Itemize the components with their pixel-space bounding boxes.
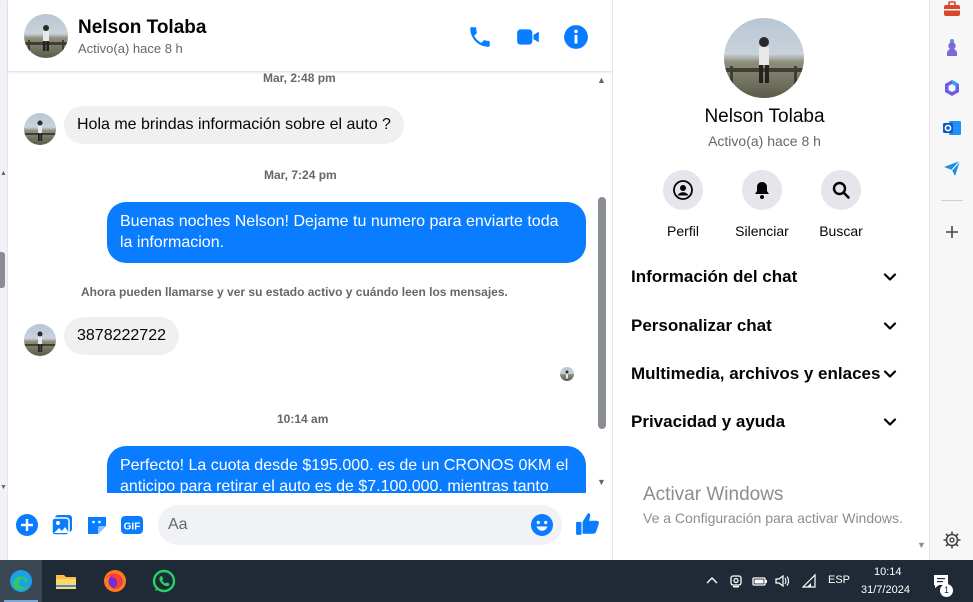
chat-scrollbar[interactable]: ▲ ▼ <box>596 73 612 493</box>
chevron-down-icon <box>882 318 898 334</box>
section-privacy-help[interactable]: Privacidad y ayuda <box>613 404 916 440</box>
clock-date[interactable]: 31/7/2024 <box>861 584 910 596</box>
section-title: Privacidad y ayuda <box>631 412 786 431</box>
windows-taskbar: ESP 10:14 31/7/2024 1 <box>0 560 973 602</box>
section-chat-info[interactable]: Información del chat <box>613 259 916 295</box>
like-icon[interactable] <box>575 511 601 537</box>
send-icon[interactable] <box>942 158 962 178</box>
edge-icon[interactable] <box>0 560 42 602</box>
browser-sidebar <box>929 0 973 560</box>
timestamp: Mar, 7:24 pm <box>264 168 337 182</box>
chevron-down-icon <box>882 366 898 382</box>
contact-name[interactable]: Nelson Tolaba <box>78 17 206 39</box>
copilot-icon[interactable] <box>942 78 962 98</box>
profile-label: Perfil <box>667 223 699 239</box>
firefox-icon[interactable] <box>94 560 136 602</box>
chevron-down-icon <box>882 414 898 430</box>
notification-count-badge: 1 <box>940 584 953 597</box>
left-scroll-marker[interactable] <box>0 252 5 288</box>
panel-contact-avatar[interactable] <box>724 18 804 98</box>
profile-button[interactable]: Perfil <box>643 170 723 239</box>
battery-icon[interactable] <box>752 573 768 589</box>
panel-scrollbar[interactable]: ▼ <box>913 0 929 560</box>
search-label: Buscar <box>819 223 863 239</box>
watermark-subtitle: Ve a Configuración para activar Windows. <box>643 510 903 526</box>
outgoing-message[interactable]: Perfecto! La cuota desde $195.000. es de… <box>107 446 586 493</box>
contact-avatar[interactable] <box>24 14 68 58</box>
scroll-up-icon[interactable]: ▲ <box>597 75 606 85</box>
language-indicator[interactable]: ESP <box>828 574 850 586</box>
message-composer: GIF <box>8 493 612 560</box>
incoming-message[interactable]: 3878222722 <box>64 317 179 355</box>
scroll-down-icon[interactable]: ▼ <box>597 477 606 487</box>
watermark-title: Activar Windows <box>643 484 784 505</box>
settings-gear-icon[interactable] <box>942 530 962 550</box>
message-input[interactable] <box>168 513 518 537</box>
camera-icon[interactable] <box>728 573 744 589</box>
sidebar-divider <box>941 200 963 201</box>
outgoing-message[interactable]: Buenas noches Nelson! Dejame tu numero p… <box>107 202 586 263</box>
seen-indicator-avatar <box>560 367 574 381</box>
timestamp: Mar, 2:48 pm <box>263 73 336 85</box>
volume-icon[interactable] <box>774 573 790 589</box>
message-list[interactable]: Mar, 2:48 pm Hola me brindas información… <box>8 73 612 493</box>
wifi-icon[interactable] <box>801 573 817 589</box>
games-icon[interactable] <box>942 38 962 58</box>
section-title: Personalizar chat <box>631 316 772 335</box>
mute-button[interactable]: Silenciar <box>722 170 802 239</box>
section-media-files-links[interactable]: Multimedia, archivos y enlaces <box>613 356 916 392</box>
plus-icon[interactable] <box>15 513 39 537</box>
activate-windows-watermark: Activar Windows Ve a Configuración para … <box>643 484 903 526</box>
clock-time[interactable]: 10:14 <box>874 566 902 578</box>
emoji-icon[interactable] <box>530 513 554 537</box>
file-explorer-icon[interactable] <box>45 560 87 602</box>
image-icon[interactable] <box>50 513 74 537</box>
incoming-message[interactable]: Hola me brindas información sobre el aut… <box>64 106 404 144</box>
conversation-info-panel: Nelson Tolaba Activo(a) hace 8 h Perfil … <box>612 0 929 560</box>
message-input-wrapper[interactable] <box>158 505 562 545</box>
outlook-icon[interactable] <box>942 118 962 138</box>
chat-window: Nelson Tolaba Activo(a) hace 8 h Mar, 2:… <box>8 0 612 560</box>
message-avatar[interactable] <box>24 113 56 145</box>
gif-icon[interactable]: GIF <box>120 513 144 537</box>
phone-icon[interactable] <box>467 24 493 50</box>
chevron-up-icon[interactable] <box>704 573 720 589</box>
scroll-down-icon[interactable]: ▼ <box>917 540 926 550</box>
chevron-down-icon <box>882 269 898 285</box>
left-down-arrow-icon: ▼ <box>0 484 7 491</box>
search-button[interactable]: Buscar <box>801 170 881 239</box>
info-icon[interactable] <box>563 24 589 50</box>
mute-label: Silenciar <box>735 223 789 239</box>
message-avatar[interactable] <box>24 324 56 356</box>
left-edge-strip: ▲ ▼ <box>0 0 8 560</box>
contact-status: Activo(a) hace 8 h <box>78 41 183 56</box>
section-title: Información del chat <box>631 267 798 286</box>
bell-icon[interactable] <box>742 170 782 210</box>
chat-header: Nelson Tolaba Activo(a) hace 8 h <box>8 0 612 72</box>
profile-icon[interactable] <box>663 170 703 210</box>
whatsapp-icon[interactable] <box>143 560 185 602</box>
video-icon[interactable] <box>515 24 541 50</box>
sticker-icon[interactable] <box>85 513 109 537</box>
scrollbar-thumb[interactable] <box>598 197 606 429</box>
add-icon[interactable] <box>942 222 962 242</box>
timestamp: 10:14 am <box>277 412 329 426</box>
panel-contact-status: Activo(a) hace 8 h <box>708 133 821 149</box>
left-up-arrow-icon: ▲ <box>0 170 7 177</box>
toolbox-icon[interactable] <box>942 0 962 20</box>
section-customize-chat[interactable]: Personalizar chat <box>613 308 916 344</box>
gif-label: GIF <box>124 522 141 533</box>
search-icon[interactable] <box>821 170 861 210</box>
panel-contact-name: Nelson Tolaba <box>704 106 825 127</box>
system-notice: Ahora pueden llamarse y ver su estado ac… <box>81 285 508 299</box>
section-title: Multimedia, archivos y enlaces <box>631 364 881 383</box>
